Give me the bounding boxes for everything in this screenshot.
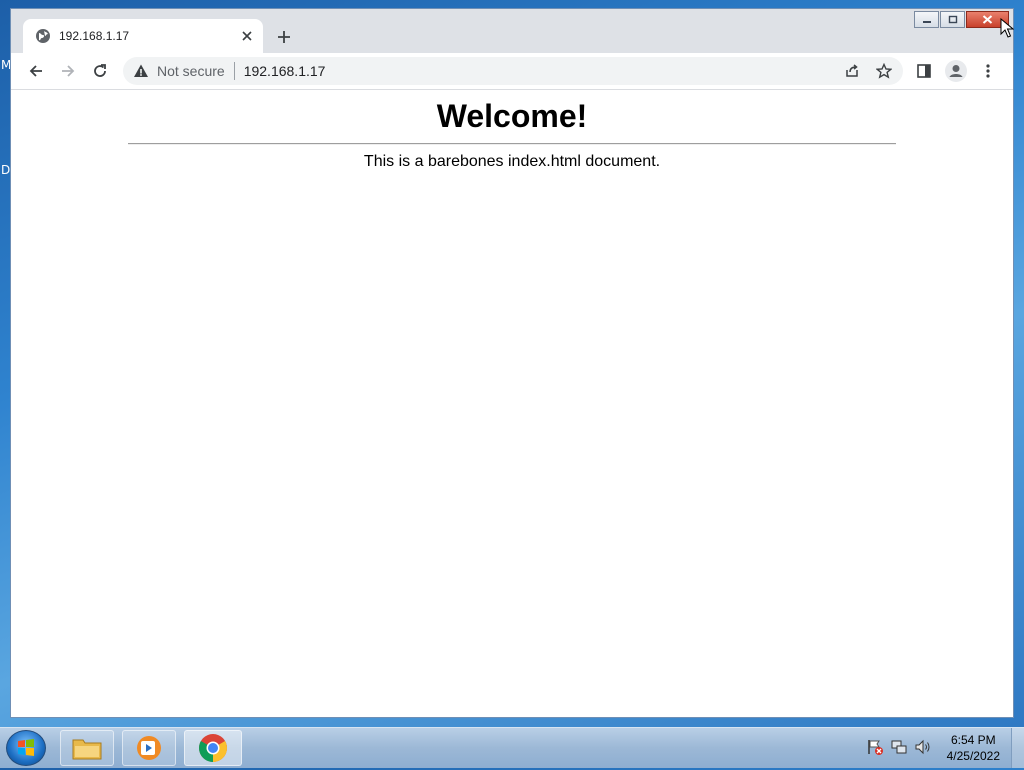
forward-button[interactable] [56, 59, 80, 83]
star-icon [876, 63, 892, 79]
windows-logo-icon [18, 739, 34, 756]
side-panel-button[interactable] [912, 59, 936, 83]
bookmark-button[interactable] [872, 59, 896, 83]
clock-time: 6:54 PM [950, 733, 996, 747]
avatar-icon [945, 60, 967, 82]
taskbar-media-player[interactable] [122, 730, 176, 766]
taskbar-chrome[interactable] [184, 730, 242, 766]
reload-icon [94, 64, 106, 77]
desktop-label-fragment: D [1, 163, 11, 177]
url-text[interactable]: 192.168.1.17 [244, 63, 326, 79]
tab-close-button[interactable] [237, 26, 257, 46]
globe-icon [36, 29, 50, 43]
new-tab-button[interactable] [273, 26, 295, 48]
profile-button[interactable] [944, 59, 968, 83]
back-button[interactable] [24, 59, 48, 83]
taskbar-clock[interactable]: 6:54 PM 4/25/2022 [947, 732, 1000, 764]
system-tray [860, 738, 932, 756]
browser-tab[interactable]: 192.168.1.17 [23, 19, 263, 53]
chrome-icon [199, 734, 227, 762]
close-icon [242, 31, 252, 41]
action-center-flag-icon[interactable] [866, 738, 884, 756]
tab-title: 192.168.1.17 [59, 29, 130, 43]
show-desktop-button[interactable] [1011, 728, 1024, 768]
restore-icon [948, 15, 957, 24]
reload-button[interactable] [88, 59, 112, 83]
folder-icon [72, 739, 102, 760]
share-button[interactable] [840, 59, 864, 83]
window-controls [913, 11, 1009, 28]
media-player-icon [137, 736, 161, 760]
maximize-button[interactable] [940, 11, 965, 28]
address-bar[interactable]: Not secure 192.168.1.17 [123, 57, 903, 85]
menu-button[interactable] [976, 59, 1000, 83]
browser-toolbar: Not secure 192.168.1.17 [11, 53, 1013, 90]
volume-icon[interactable] [914, 738, 932, 756]
security-status[interactable]: Not secure [157, 63, 225, 79]
network-icon[interactable] [890, 738, 908, 756]
forward-arrow-icon [62, 65, 75, 77]
minimize-button[interactable] [914, 11, 939, 28]
close-icon [982, 15, 993, 24]
kebab-menu-icon [986, 64, 990, 78]
minimize-icon [922, 20, 931, 23]
taskbar: 6:54 PM 4/25/2022 [0, 727, 1024, 768]
browser-window: 192.168.1.17 Not secure 192.168.1.17 Wel… [10, 8, 1014, 718]
horizontal-rule [128, 143, 896, 145]
tab-strip: 192.168.1.17 [11, 9, 1013, 53]
mouse-cursor-icon [1000, 18, 1014, 38]
page-paragraph: This is a barebones index.html document. [363, 153, 661, 170]
page-content: Welcome! This is a barebones index.html … [11, 90, 1013, 717]
page-heading: Welcome! [436, 98, 588, 134]
taskbar-file-explorer[interactable] [60, 730, 114, 766]
plus-icon [278, 31, 290, 43]
address-separator [233, 62, 235, 80]
start-button[interactable] [6, 730, 46, 766]
share-icon [846, 64, 858, 77]
warning-icon[interactable] [133, 63, 149, 79]
back-arrow-icon [29, 65, 42, 77]
side-panel-icon [917, 64, 931, 78]
clock-date: 4/25/2022 [946, 749, 1000, 763]
